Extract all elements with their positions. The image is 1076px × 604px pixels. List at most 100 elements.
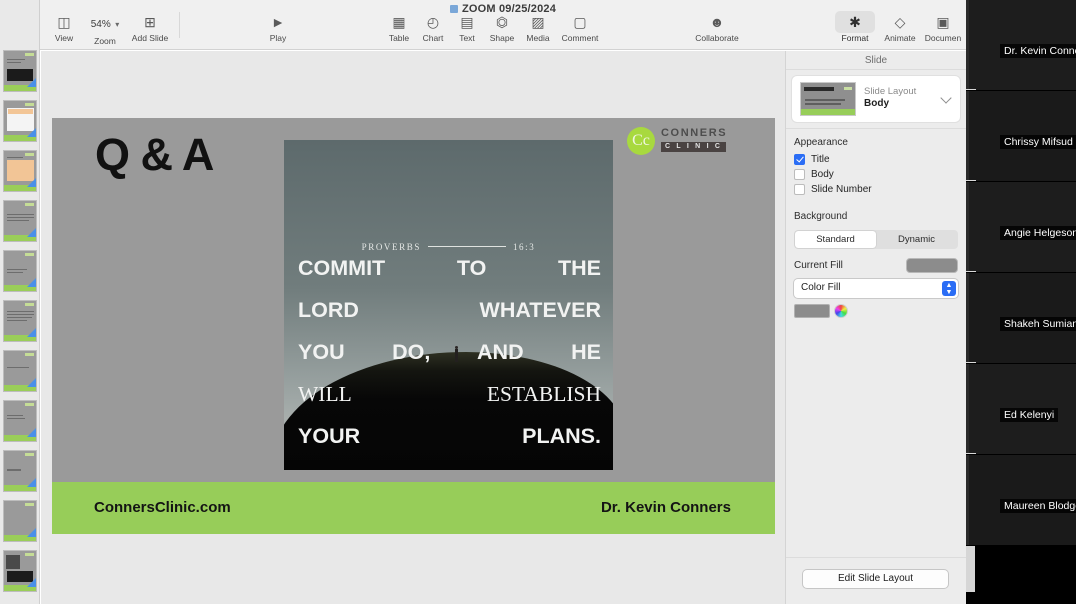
- format-inspector: Slide Slide Layout Body Appearance Title: [785, 51, 966, 604]
- slide-thumbnail[interactable]: [3, 500, 37, 542]
- document-icon: ▣: [936, 14, 950, 30]
- resize-grip[interactable]: [966, 271, 976, 272]
- comment-bubble-icon: ▢: [573, 14, 587, 30]
- participant-tile[interactable]: Shakeh Sumian: [966, 273, 1076, 363]
- plus-square-icon: ⊞: [144, 14, 156, 30]
- play-triangle-icon: ►: [271, 14, 285, 30]
- appearance-option-body[interactable]: Body: [786, 167, 966, 182]
- participant-name: Maureen Blodgett: [1000, 499, 1076, 513]
- fill-color-swatch[interactable]: [794, 304, 830, 318]
- add-slide-button[interactable]: ⊞ Add Slide: [124, 14, 176, 43]
- background-section-title: Background: [794, 211, 848, 222]
- collaborate-button[interactable]: ☻ Collaborate: [691, 14, 743, 43]
- play-button[interactable]: ► Play: [252, 14, 304, 43]
- scrollbar-thumb[interactable]: [966, 546, 975, 592]
- current-fill-label: Current Fill: [794, 260, 843, 271]
- collaborate-label: Collaborate: [695, 33, 739, 43]
- document-button[interactable]: ▣ Documen: [917, 14, 969, 43]
- slide-thumbnail[interactable]: [3, 400, 37, 442]
- slide-thumbnail[interactable]: [3, 550, 37, 592]
- participant-tile[interactable]: Chrissy Mifsud: [966, 91, 1076, 181]
- collaborate-person-icon: ☻: [709, 14, 725, 30]
- participant-name: Dr. Kevin Conners: [1000, 44, 1076, 58]
- screen: ZOOM 09/25/2024 ◫ View 54% ▾ Zoom ⊞ Add …: [0, 0, 1076, 604]
- slide-thumbnail[interactable]: [3, 350, 37, 392]
- slide-layout-card[interactable]: Slide Layout Body: [792, 76, 960, 122]
- current-fill-row: Current Fill: [794, 258, 958, 273]
- logo-subtitle: C L I N I C: [661, 142, 727, 152]
- checkbox-title-label: Title: [811, 154, 830, 165]
- appearance-option-title[interactable]: Title: [786, 152, 966, 167]
- scripture-quote: COMMIT TO THE LORD WHATEVER YOU DO, AND …: [298, 256, 601, 468]
- chevron-down-icon[interactable]: [940, 92, 952, 104]
- logo-monogram: Cc: [632, 132, 650, 149]
- quote-line-4: WILL ESTABLISH: [298, 382, 601, 406]
- play-label: Play: [269, 33, 287, 43]
- checkbox-slide-number[interactable]: [794, 184, 805, 195]
- comment-label: Comment: [561, 33, 599, 43]
- slide-layout-value: Body: [864, 98, 889, 109]
- appearance-option-slide-number[interactable]: Slide Number: [786, 182, 966, 197]
- current-slide[interactable]: Q & A Cc CONNERS C L I N I C PROVERBS 16:…: [52, 118, 775, 534]
- slide-layout-label: Slide Layout: [864, 86, 917, 97]
- slide-thumbnail[interactable]: [3, 100, 37, 142]
- checkbox-body[interactable]: [794, 169, 805, 180]
- quote-line-1: COMMIT TO THE: [298, 256, 601, 280]
- background-mode-segmented-control[interactable]: Standard Dynamic: [794, 230, 958, 249]
- resize-grip[interactable]: [966, 362, 976, 363]
- checkbox-slide-number-label: Slide Number: [811, 184, 872, 195]
- current-fill-swatch[interactable]: [906, 258, 958, 273]
- segment-standard[interactable]: Standard: [795, 231, 876, 248]
- slide-thumbnail[interactable]: [3, 150, 37, 192]
- participant-tile[interactable]: Ed Kelenyi: [966, 364, 1076, 454]
- appearance-section-title: Appearance: [794, 137, 848, 148]
- participant-name: Chrissy Mifsud: [1000, 135, 1076, 149]
- participant-name: Ed Kelenyi: [1000, 408, 1059, 422]
- fill-color-row[interactable]: [794, 304, 958, 318]
- participant-tile[interactable]: Dr. Kevin Conners: [966, 0, 1076, 90]
- resize-grip[interactable]: [966, 180, 976, 181]
- slide-footer-band: ConnersClinic.com Dr. Kevin Conners: [52, 482, 775, 534]
- zoom-panel-scrollbar[interactable]: [966, 546, 1076, 604]
- slide-thumbnail[interactable]: [3, 250, 37, 292]
- resize-grip[interactable]: [966, 453, 976, 454]
- footer-website: ConnersClinic.com: [94, 499, 231, 516]
- slide-thumbnail[interactable]: [3, 50, 37, 92]
- participant-name: Angie Helgeson: [1000, 226, 1076, 240]
- zoom-participants-panel[interactable]: Dr. Kevin Conners Chrissy Mifsud Angie H…: [966, 0, 1076, 604]
- chevron-down-icon[interactable]: ▾: [115, 20, 119, 29]
- quote-line-3: YOU DO, AND HE: [298, 340, 601, 364]
- edit-slide-layout-button[interactable]: Edit Slide Layout: [803, 570, 948, 588]
- scripture-book: PROVERBS: [361, 242, 421, 252]
- keynote-document-icon: [449, 5, 458, 13]
- fill-type-select[interactable]: Color Fill ▲ ▼: [794, 279, 958, 298]
- participant-tile[interactable]: Maureen Blodgett: [966, 455, 1076, 545]
- slide-title-qa[interactable]: Q & A: [95, 129, 214, 181]
- slide-navigator[interactable]: [0, 0, 40, 604]
- slide-canvas[interactable]: Q & A Cc CONNERS C L I N I C PROVERBS 16:…: [41, 51, 785, 604]
- reference-rule: [427, 246, 506, 247]
- quote-line-2: LORD WHATEVER: [298, 298, 601, 322]
- checkbox-title[interactable]: [794, 154, 805, 165]
- slide-thumbnail[interactable]: [3, 200, 37, 242]
- quote-line-5: YOUR PLANS.: [298, 424, 601, 448]
- fill-type-value: Color Fill: [801, 282, 841, 293]
- scripture-reference: PROVERBS 16:3: [284, 242, 613, 252]
- add-slide-label: Add Slide: [131, 33, 169, 43]
- comment-button[interactable]: ▢ Comment: [554, 14, 606, 43]
- color-wheel-icon[interactable]: [834, 304, 848, 318]
- stepper-arrows-icon[interactable]: ▲ ▼: [942, 281, 956, 296]
- inspector-header: Slide: [786, 51, 966, 70]
- resize-grip[interactable]: [966, 89, 976, 90]
- scripture-image[interactable]: PROVERBS 16:3 COMMIT TO THE LORD WHATEVER…: [284, 140, 613, 470]
- slide-thumbnail[interactable]: [3, 300, 37, 342]
- inspector-bottom-divider: [786, 557, 966, 558]
- segment-dynamic[interactable]: Dynamic: [876, 231, 957, 248]
- participant-name: Shakeh Sumian: [1000, 317, 1076, 331]
- logo-name: CONNERS: [661, 127, 728, 139]
- toolbar-divider: [179, 12, 180, 38]
- participant-tile[interactable]: Angie Helgeson: [966, 182, 1076, 272]
- zoom-value[interactable]: 54%: [91, 19, 111, 30]
- slide-thumbnail[interactable]: [3, 450, 37, 492]
- toolbar: ZOOM 09/25/2024 ◫ View 54% ▾ Zoom ⊞ Add …: [40, 0, 966, 50]
